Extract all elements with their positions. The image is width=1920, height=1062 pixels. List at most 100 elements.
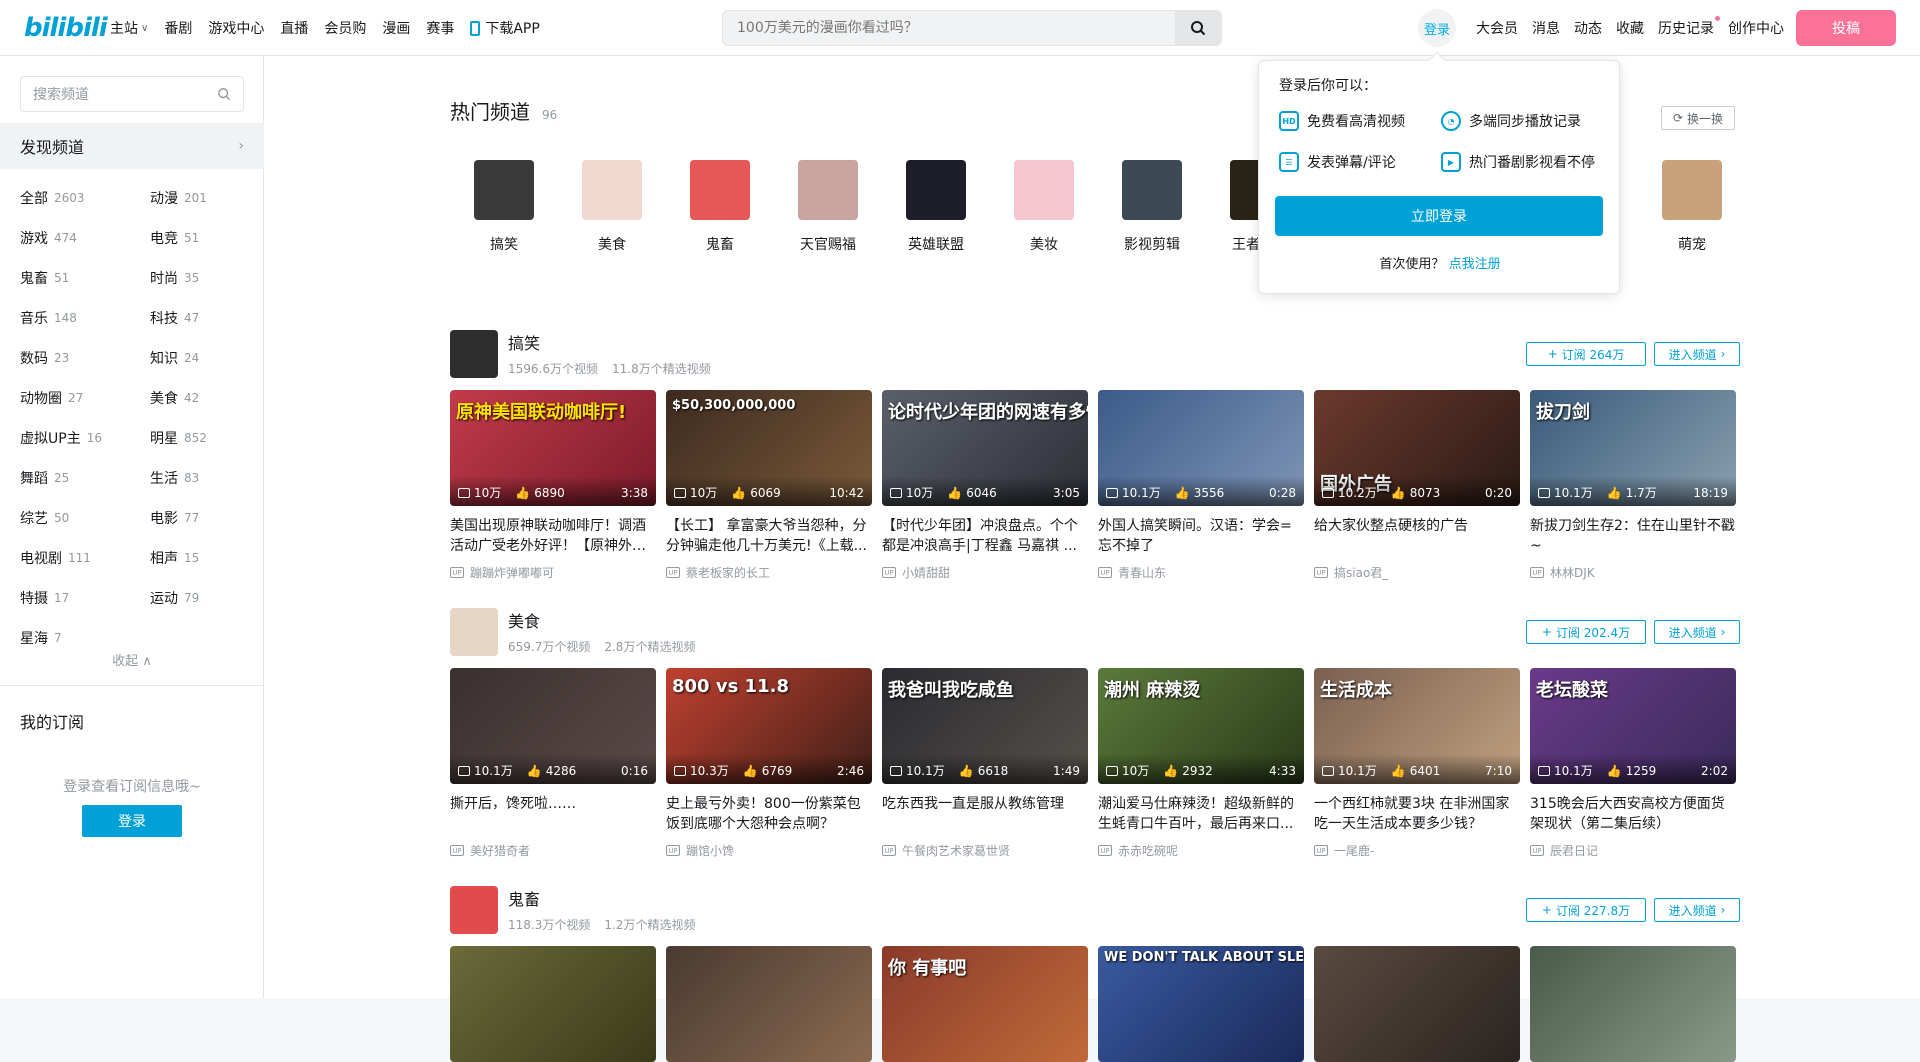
video-thumbnail[interactable]: 10.1万 👍 4286 0:16 <box>450 668 656 784</box>
category-item[interactable]: 数码 23 <box>20 338 150 378</box>
video-card[interactable] <box>450 946 656 1062</box>
video-thumbnail[interactable]: 我爸叫我吃咸鱼 10.1万 👍 6618 1:49 <box>882 668 1088 784</box>
uploader[interactable]: UP 青春山东 <box>1098 564 1304 581</box>
video-thumbnail[interactable]: 潮州 麻辣烫 10万 👍 2932 4:33 <box>1098 668 1304 784</box>
category-item[interactable]: 相声 15 <box>150 538 250 578</box>
video-thumbnail[interactable]: $50,300,000,000 10万 👍 6069 10:42 <box>666 390 872 506</box>
video-thumbnail[interactable]: 原神美国联动咖啡厅! 10万 👍 6890 3:38 <box>450 390 656 506</box>
header-login-avatar[interactable]: 登录 <box>1418 9 1456 47</box>
video-title[interactable]: 【时代少年团】冲浪盘点。个个都是冲浪高手|丁程鑫 马嘉祺 ... <box>882 516 1088 556</box>
video-thumbnail[interactable] <box>1530 946 1736 1062</box>
video-title[interactable]: 潮汕爱马仕麻辣烫！超级新鲜的生蚝青口牛百叶，最后再来口... <box>1098 794 1304 834</box>
category-item[interactable]: 运动 79 <box>150 578 250 618</box>
section-avatar[interactable] <box>450 886 498 934</box>
channel-search-input[interactable]: 搜索频道 <box>20 76 244 112</box>
upload-button[interactable]: 投稿 <box>1796 10 1896 46</box>
video-title[interactable]: 史上最亏外卖！800一份紫菜包饭到底哪个大怨种会点啊？ <box>666 794 872 834</box>
nav-dynamic[interactable]: 动态 <box>1574 18 1602 38</box>
category-item[interactable]: 综艺 50 <box>20 498 150 538</box>
video-title[interactable]: 新拔刀剑生存2：住在山里针不戳~ <box>1530 516 1736 556</box>
enter-channel-button[interactable]: 进入频道 › <box>1654 898 1740 922</box>
uploader[interactable]: UP 午餐肉艺术家葛世贤 <box>882 842 1088 859</box>
nav-item-main[interactable]: 主站 ∨ <box>110 18 148 38</box>
sidebar-login-button[interactable]: 登录 <box>82 805 182 837</box>
video-title[interactable]: 315晚会后大西安高校方便面货架现状（第二集后续） <box>1530 794 1736 834</box>
category-item[interactable]: 明星 852 <box>150 418 250 458</box>
video-card[interactable]: $50,300,000,000 10万 👍 6069 10:42 【长工】 拿富豪… <box>666 390 872 581</box>
video-card[interactable]: 潮州 麻辣烫 10万 👍 2932 4:33 潮汕爱马仕麻辣烫！超级新鲜的生蚝青口… <box>1098 668 1304 859</box>
category-item[interactable]: 电视剧 111 <box>20 538 150 578</box>
nav-creator-center[interactable]: 创作中心 <box>1728 18 1784 38</box>
video-card[interactable]: 我爸叫我吃咸鱼 10.1万 👍 6618 1:49 吃东西我一直是服从教练管理 U… <box>882 668 1088 859</box>
category-item[interactable]: 时尚 35 <box>150 258 250 298</box>
search-button[interactable] <box>1175 11 1221 45</box>
video-card[interactable] <box>666 946 872 1062</box>
nav-messages[interactable]: 消息 <box>1532 18 1560 38</box>
hot-channel-item[interactable]: 影视剪辑 <box>1098 160 1206 254</box>
section-name[interactable]: 鬼畜 <box>508 886 540 910</box>
hot-channel-item[interactable]: 美食 <box>558 160 666 254</box>
video-card[interactable]: 10.1万 👍 3556 0:28 外国人搞笑瞬间。汉语：学会=忘不掉了 UP 青春… <box>1098 390 1304 581</box>
video-thumbnail[interactable]: 你 有事吧 <box>882 946 1088 1062</box>
uploader[interactable]: UP 搞siao君_ <box>1314 564 1520 581</box>
video-thumbnail[interactable]: 论时代少年团的网速有多快 10万 👍 6046 3:05 <box>882 390 1088 506</box>
video-card[interactable]: 生活成本 10.1万 👍 6401 7:10 一个西红柿就要3块 在非洲国家吃一天… <box>1314 668 1520 859</box>
video-card[interactable]: 800 vs 11.8 10.3万 👍 6769 2:46 史上最亏外卖！800一… <box>666 668 872 859</box>
video-thumbnail[interactable] <box>450 946 656 1062</box>
video-title[interactable]: 【长工】 拿富豪大爷当怨种，分分钟骗走他几十万美元!《上载... <box>666 516 872 556</box>
hot-channel-item[interactable]: 天官赐福 <box>774 160 882 254</box>
nav-item-download-app[interactable]: 下载APP <box>470 18 540 38</box>
uploader[interactable]: UP 美好猎奇者 <box>450 842 656 859</box>
category-item[interactable]: 鬼畜 51 <box>20 258 150 298</box>
category-item[interactable]: 动物圈 27 <box>20 378 150 418</box>
hot-channel-item[interactable]: 搞笑 <box>450 160 558 254</box>
nav-item-live[interactable]: 直播 <box>280 18 308 38</box>
category-item[interactable]: 电竞 51 <box>150 218 250 258</box>
category-item[interactable]: 全部 2603 <box>20 178 150 218</box>
video-card[interactable]: 国外广告 10.2万 👍8073 0:20 给大家伙整点硬核的广告 UP搞sia… <box>1314 390 1520 581</box>
discover-channels[interactable]: 发现频道 › <box>0 123 264 169</box>
section-avatar[interactable] <box>450 330 498 378</box>
enter-channel-button[interactable]: 进入频道 › <box>1654 620 1740 644</box>
nav-vip[interactable]: 大会员 <box>1476 18 1518 38</box>
video-card[interactable]: 10.1万 👍 4286 0:16 撕开后，馋死啦…… UP 美好猎奇者 <box>450 668 656 859</box>
video-thumbnail[interactable] <box>1314 946 1520 1062</box>
category-item[interactable]: 电影 77 <box>150 498 250 538</box>
video-card[interactable]: 老坛酸菜 10.1万 👍 1259 2:02 315晚会后大西安高校方便面货架现状… <box>1530 668 1736 859</box>
uploader[interactable]: UP 蹦蹦炸弹嘟嘟可 <box>450 564 656 581</box>
category-item[interactable]: 科技 47 <box>150 298 250 338</box>
search-input[interactable] <box>723 11 1175 45</box>
collapse-button[interactable]: 收起 ∧ <box>0 650 264 669</box>
nav-item-manga[interactable]: 漫画 <box>382 18 410 38</box>
subscribe-button[interactable]: + 订阅 227.8万 <box>1526 898 1646 922</box>
video-title[interactable]: 美国出现原神联动咖啡厅！调酒活动广受老外好评！【原神外国... <box>450 516 656 556</box>
video-card[interactable]: 论时代少年团的网速有多快 10万 👍 6046 3:05 【时代少年团】冲浪盘点。… <box>882 390 1088 581</box>
uploader[interactable]: UP 一尾鹿- <box>1314 842 1520 859</box>
uploader[interactable]: UP 蹦馆小馋 <box>666 842 872 859</box>
uploader[interactable]: UP 辰君日记 <box>1530 842 1736 859</box>
section-name[interactable]: 美食 <box>508 608 540 632</box>
enter-channel-button[interactable]: 进入频道 › <box>1654 342 1740 366</box>
bilibili-logo[interactable]: bilibili <box>24 12 108 44</box>
video-title[interactable]: 一个西红柿就要3块 在非洲国家吃一天生活成本要多少钱？ <box>1314 794 1520 834</box>
subscribe-button[interactable]: + 订阅 202.4万 <box>1526 620 1646 644</box>
nav-item-shop[interactable]: 会员购 <box>324 18 366 38</box>
video-card[interactable]: WE DON'T TALK ABOUT SLEEPY JOE <box>1098 946 1304 1062</box>
video-title[interactable]: 吃东西我一直是服从教练管理 <box>882 794 1088 834</box>
video-card[interactable] <box>1314 946 1520 1062</box>
video-thumbnail[interactable]: 老坛酸菜 10.1万 👍 1259 2:02 <box>1530 668 1736 784</box>
subscribe-button[interactable]: + 订阅 264万 <box>1526 342 1646 366</box>
video-thumbnail[interactable]: 800 vs 11.8 10.3万 👍 6769 2:46 <box>666 668 872 784</box>
category-item[interactable]: 生活 83 <box>150 458 250 498</box>
nav-favorites[interactable]: 收藏 <box>1616 18 1644 38</box>
video-card[interactable]: 你 有事吧 <box>882 946 1088 1062</box>
category-item[interactable]: 游戏 474 <box>20 218 150 258</box>
hot-channel-item[interactable]: 英雄联盟 <box>882 160 990 254</box>
video-thumbnail[interactable]: 10.1万 👍 3556 0:28 <box>1098 390 1304 506</box>
category-item[interactable]: 虚拟UP主 16 <box>20 418 150 458</box>
category-item[interactable]: 美食 42 <box>150 378 250 418</box>
video-thumbnail[interactable] <box>666 946 872 1062</box>
nav-history[interactable]: 历史记录 <box>1658 16 1720 38</box>
video-card[interactable]: 原神美国联动咖啡厅! 10万 👍 6890 3:38 美国出现原神联动咖啡厅！调酒… <box>450 390 656 581</box>
hot-channel-item[interactable]: 鬼畜 <box>666 160 774 254</box>
